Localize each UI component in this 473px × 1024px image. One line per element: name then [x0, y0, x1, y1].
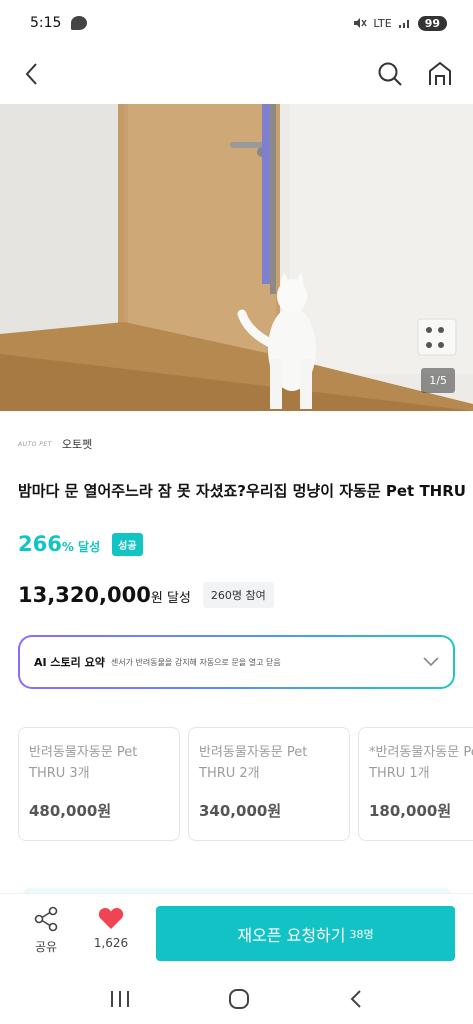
reward-name: 반려동물자동문 Pet THRU 2개: [199, 745, 308, 781]
ai-summary-inner: AI 스토리 요약 센서가 반려동물을 감지해 자동으로 문을 열고 닫음: [20, 637, 453, 687]
maker-logo: AUTO PET: [18, 440, 52, 448]
achieve-unit: % 달성: [61, 540, 101, 554]
search-button[interactable]: [372, 56, 408, 92]
amount-row: 13,320,000원 달성 260명 참여: [18, 582, 274, 608]
reward-card[interactable]: 반려동물자동문 Pet THRU 2개 340,000원: [188, 727, 350, 841]
project-title: 밤마다 문 열어주느라 잠 못 자셨죠?우리집 멍냥이 자동문 Pet THRU: [18, 482, 466, 500]
reward-price: 340,000원: [199, 802, 282, 820]
maker-name[interactable]: 오토펫: [62, 436, 92, 452]
bottom-action-bar: 공유 1,626 재오픈 요청하기 38명: [0, 893, 473, 973]
ai-summary-box[interactable]: AI 스토리 요약 센서가 반려동물을 감지해 자동으로 문을 열고 닫음: [18, 635, 455, 689]
ai-summary-title: AI 스토리 요약: [34, 656, 105, 669]
search-icon: [378, 62, 402, 86]
achieve-row: 266% 달성 성공: [18, 532, 143, 556]
ai-summary-text: 센서가 반려동물을 감지해 자동으로 문을 열고 닫음: [110, 657, 281, 667]
reopen-label: 재오픈 요청하기: [237, 925, 346, 945]
reward-name: *반려동물자동문 Pet THRU 1개: [369, 745, 473, 781]
reward-list[interactable]: 반려동물자동문 Pet THRU 3개 480,000원 반려동물자동문 Pet…: [18, 727, 473, 841]
chevron-down-icon[interactable]: [423, 657, 439, 667]
product-image[interactable]: 1/5: [0, 104, 473, 411]
funding-amount: 13,320,000: [18, 583, 151, 607]
maker-info[interactable]: AUTO PET 오토펫: [18, 436, 92, 452]
chevron-left-icon: [25, 63, 37, 85]
signal-icon: [398, 20, 409, 28]
share-button[interactable]: 공유: [28, 906, 64, 955]
system-nav-bar: [0, 973, 473, 1024]
app-header: [0, 46, 473, 102]
battery-badge: 99: [417, 15, 447, 31]
reward-card[interactable]: *반려동물자동문 Pet THRU 1개 180,000원: [358, 727, 473, 841]
network-label: LTE: [373, 16, 392, 30]
nav-back-icon[interactable]: [348, 989, 364, 1009]
home-icon: [429, 61, 451, 85]
reward-price: 180,000원: [369, 802, 452, 820]
heart-icon: [98, 907, 124, 929]
back-button[interactable]: [14, 56, 50, 92]
reopen-request-button[interactable]: 재오픈 요청하기 38명: [156, 906, 455, 961]
achieve-rate-group: 266% 달성: [18, 532, 100, 556]
like-count: 1,626: [93, 936, 129, 950]
reward-name: 반려동물자동문 Pet THRU 3개: [29, 745, 138, 781]
share-label: 공유: [34, 940, 58, 954]
message-icon: [71, 16, 88, 30]
status-bar: 5:15 LTE 99: [0, 0, 473, 46]
page-indicator: 1/5: [421, 368, 455, 393]
reward-card[interactable]: 반려동물자동문 Pet THRU 3개 480,000원: [18, 727, 180, 841]
amount-group: 13,320,000원 달성: [18, 583, 191, 607]
supporters-badge: 260명 참여: [202, 582, 274, 608]
recent-apps-icon[interactable]: [109, 990, 131, 1008]
status-badge: 성공: [112, 532, 143, 556]
mute-icon: [354, 18, 367, 28]
reward-price: 480,000원: [29, 802, 112, 820]
home-circle-icon[interactable]: [228, 988, 250, 1010]
hero-photo: [0, 104, 473, 411]
achieve-rate: 266: [18, 532, 62, 556]
reopen-count: 38명: [349, 927, 374, 941]
home-button[interactable]: [422, 56, 458, 92]
status-time: 5:15: [30, 15, 62, 31]
like-button[interactable]: 1,626: [90, 906, 132, 950]
amount-unit: 원 달성: [150, 591, 191, 606]
share-icon: [34, 906, 58, 932]
